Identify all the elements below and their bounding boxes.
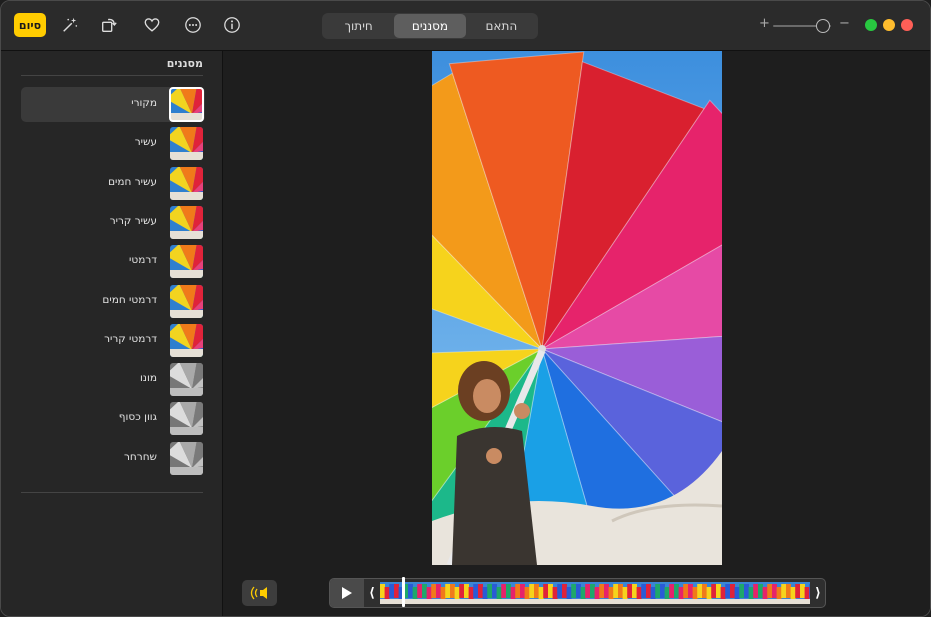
- zoom-in-label: +: [759, 16, 770, 31]
- play-button[interactable]: [330, 579, 364, 607]
- filter-thumbnail: [170, 402, 203, 436]
- more-icon[interactable]: [183, 15, 203, 35]
- filter-item[interactable]: עשיר חמים: [21, 166, 205, 201]
- toolbar: סיום חיתוך מסננים התאם + −: [1, 1, 930, 51]
- speaker-icon: [250, 586, 267, 600]
- filter-thumbnail: [170, 205, 203, 239]
- zoom-window-button[interactable]: [865, 19, 877, 31]
- filter-item[interactable]: דרמטי חמים: [21, 284, 205, 319]
- filter-thumbnail: [169, 87, 204, 122]
- done-button[interactable]: סיום: [14, 13, 46, 37]
- filter-item[interactable]: מונו: [21, 362, 205, 397]
- filter-thumbnail: [170, 127, 203, 161]
- filter-item[interactable]: עשיר: [21, 126, 205, 161]
- heart-icon[interactable]: [142, 15, 162, 35]
- filter-label: מקורי: [131, 97, 157, 109]
- filter-item[interactable]: עשיר קריר: [21, 205, 205, 240]
- filter-thumbnail: [170, 166, 203, 200]
- trim-end-handle[interactable]: ⟩: [811, 579, 825, 607]
- filter-label: דרמטי חמים: [102, 293, 157, 306]
- sidebar-title: מסננים: [166, 57, 203, 70]
- filter-thumbnail: [170, 363, 203, 397]
- filter-thumbnail: [170, 323, 203, 357]
- tab-adjust[interactable]: התאם: [466, 14, 537, 38]
- info-icon[interactable]: [222, 15, 242, 35]
- filter-label: עשיר: [134, 136, 157, 149]
- filter-item[interactable]: שחרחר: [21, 441, 205, 476]
- sidebar-divider-bottom: [21, 492, 203, 493]
- trim-start-handle[interactable]: ⟨: [365, 579, 379, 607]
- video-timeline[interactable]: ⟨ ⟩: [329, 577, 826, 608]
- filters-sidebar: מסננים מקורי עשיר עשיר חמים עשיר קריר דרמטי ד…: [1, 51, 223, 616]
- filter-item[interactable]: מקורי: [21, 87, 205, 122]
- filter-item[interactable]: גוון כסוף: [21, 401, 205, 436]
- close-window-button[interactable]: [901, 19, 913, 31]
- zoom-knob[interactable]: [816, 19, 831, 33]
- tab-filters[interactable]: מסננים: [394, 14, 466, 38]
- sidebar-divider-top: [21, 75, 203, 76]
- filter-thumbnail: [170, 245, 203, 279]
- play-icon: [342, 587, 352, 599]
- magic-wand-icon[interactable]: [60, 15, 80, 35]
- filter-label: עשיר קריר: [109, 214, 157, 227]
- filter-label: מונו: [139, 372, 157, 385]
- filter-item[interactable]: דרמטי: [21, 244, 205, 279]
- filter-thumbnail: [170, 284, 203, 318]
- zoom-slider[interactable]: + −: [759, 16, 850, 36]
- zoom-out-label: −: [839, 16, 850, 31]
- filter-label: עשיר חמים: [108, 175, 157, 188]
- audio-button[interactable]: [242, 580, 277, 606]
- photo-viewer: ⟨ ⟩: [223, 51, 930, 616]
- minimize-window-button[interactable]: [883, 19, 895, 31]
- edit-mode-tabs: חיתוך מסננים התאם: [322, 13, 538, 39]
- filter-label: דרמטי קריר: [104, 332, 157, 345]
- rotate-icon[interactable]: [99, 15, 119, 35]
- photos-edit-window: סיום חיתוך מסננים התאם + − מסננים מקורי …: [0, 0, 931, 617]
- filter-item[interactable]: דרמטי קריר: [21, 323, 205, 358]
- filmstrip[interactable]: [380, 582, 810, 604]
- filter-label: דרמטי: [129, 254, 157, 267]
- photo-preview[interactable]: [432, 51, 722, 565]
- playhead[interactable]: [401, 577, 405, 607]
- filter-label: גוון כסוף: [118, 411, 157, 424]
- filter-thumbnail: [170, 441, 203, 475]
- tab-crop[interactable]: חיתוך: [323, 14, 394, 38]
- filter-label: שחרחר: [123, 450, 157, 463]
